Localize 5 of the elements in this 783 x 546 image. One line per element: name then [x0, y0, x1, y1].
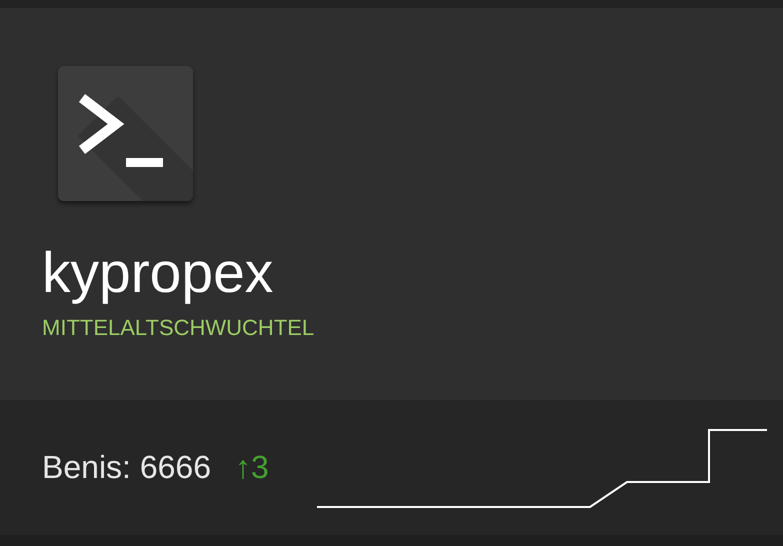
user-rank: MITTELALTSCHWUCHTEL — [42, 315, 314, 341]
benis-score: Benis: 6666 — [42, 449, 212, 486]
terminal-icon — [58, 66, 193, 201]
score-change: ↑3 — [235, 449, 269, 486]
user-name: kypropex — [42, 241, 274, 305]
